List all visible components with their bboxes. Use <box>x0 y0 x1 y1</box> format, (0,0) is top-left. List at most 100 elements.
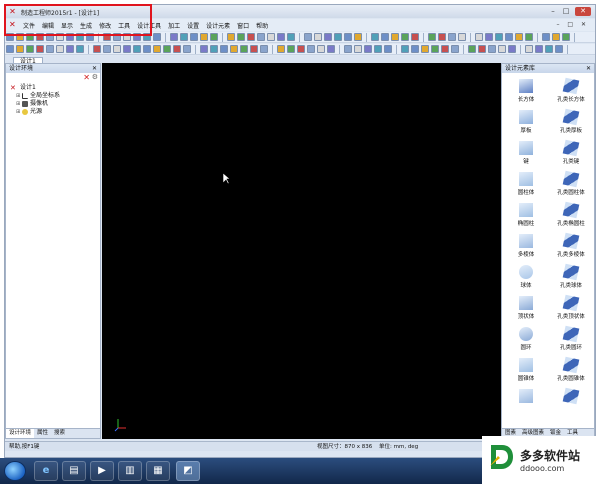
toolbar-tool-icon[interactable] <box>314 33 322 41</box>
toolbar-tool-icon[interactable] <box>552 33 560 41</box>
library-item[interactable]: 圆锥体 <box>506 354 546 385</box>
library-item[interactable]: 孔类球体 <box>548 261 594 292</box>
toolbar-tool-icon[interactable] <box>6 45 14 53</box>
toolbar-tool-icon[interactable] <box>93 45 101 53</box>
toolbar-tool-icon[interactable] <box>277 45 285 53</box>
settings-icon[interactable]: ⚙ <box>92 73 98 82</box>
toolbar-tool-icon[interactable] <box>210 45 218 53</box>
toolbar-tool-icon[interactable] <box>438 33 446 41</box>
menu-item[interactable]: 修改 <box>99 21 111 30</box>
toolbar-tool-icon[interactable] <box>304 33 312 41</box>
toolbar-tool-icon[interactable] <box>508 45 516 53</box>
toolbar-tool-icon[interactable] <box>6 33 14 41</box>
menu-item[interactable]: 生成 <box>80 21 92 30</box>
toolbar-tool-icon[interactable] <box>180 33 188 41</box>
toolbar-tool-icon[interactable] <box>354 33 362 41</box>
menu-item[interactable]: 工具 <box>118 21 130 30</box>
toolbar-tool-icon[interactable] <box>247 33 255 41</box>
tree-item-camera[interactable]: ⊞ 摄像机 <box>10 100 100 108</box>
toolbar-tool-icon[interactable] <box>344 45 352 53</box>
toolbar-tool-icon[interactable] <box>183 45 191 53</box>
close-button[interactable]: ✕ <box>575 7 591 16</box>
toolbar-tool-icon[interactable] <box>237 33 245 41</box>
toolbar-tool-icon[interactable] <box>26 33 34 41</box>
folder-icon[interactable]: ▤ <box>62 461 86 481</box>
toolbar-tool-icon[interactable] <box>123 33 131 41</box>
library-item[interactable]: 孔类圆柱体 <box>548 168 594 199</box>
library-item[interactable]: 长方体 <box>506 75 546 106</box>
toolbar-tool-icon[interactable] <box>153 45 161 53</box>
library-item[interactable]: 孔类顶状体 <box>548 292 594 323</box>
toolbar-tool-icon[interactable] <box>545 45 553 53</box>
tree-root[interactable]: ✕ 设计1 <box>10 84 100 92</box>
tab-properties[interactable]: 属性 <box>34 429 51 438</box>
toolbar-tool-icon[interactable] <box>153 33 161 41</box>
toolbar-tool-icon[interactable] <box>448 33 456 41</box>
library-item[interactable]: 厚板 <box>506 106 546 137</box>
toolbar-tool-icon[interactable] <box>163 45 171 53</box>
tab-search[interactable]: 搜索 <box>51 429 68 438</box>
toolbar-tool-icon[interactable] <box>76 45 84 53</box>
toolbar-tool-icon[interactable] <box>66 33 74 41</box>
toolbar-tool-icon[interactable] <box>227 33 235 41</box>
toolbar-tool-icon[interactable] <box>431 45 439 53</box>
toolbar-tool-icon[interactable] <box>287 45 295 53</box>
toolbar-tool-icon[interactable] <box>364 45 372 53</box>
toolbar-tool-icon[interactable] <box>317 45 325 53</box>
toolbar-tool-icon[interactable] <box>478 45 486 53</box>
toolbar-tool-icon[interactable] <box>210 33 218 41</box>
menu-item[interactable]: 加工 <box>168 21 180 30</box>
toolbar-tool-icon[interactable] <box>451 45 459 53</box>
toolbar-tool-icon[interactable] <box>143 45 151 53</box>
menu-item[interactable]: 设计元素 <box>206 21 230 30</box>
toolbar-tool-icon[interactable] <box>391 33 399 41</box>
menu-item[interactable]: 编辑 <box>42 21 54 30</box>
toolbar-tool-icon[interactable] <box>334 33 342 41</box>
toolbar-tool-icon[interactable] <box>240 45 248 53</box>
toolbar-tool-icon[interactable] <box>562 33 570 41</box>
toolbar-tool-icon[interactable] <box>133 33 141 41</box>
toolbar-tool-icon[interactable] <box>421 45 429 53</box>
cad-app-taskbar-icon[interactable]: ◩ <box>176 461 200 481</box>
toolbar-tool-icon[interactable] <box>542 33 550 41</box>
toolbar-tool-icon[interactable] <box>200 33 208 41</box>
toolbar-tool-icon[interactable] <box>113 33 121 41</box>
toolbar-tool-icon[interactable] <box>220 45 228 53</box>
toolbar-tool-icon[interactable] <box>257 33 265 41</box>
toolbar-tool-icon[interactable] <box>143 33 151 41</box>
toolbar-tool-icon[interactable] <box>173 45 181 53</box>
toolbar-tool-icon[interactable] <box>76 33 84 41</box>
toolbar-tool-icon[interactable] <box>66 45 74 53</box>
panel-close-icon[interactable]: ✕ <box>92 64 97 73</box>
tree-item-light[interactable]: ⊞ 光源 <box>10 108 100 116</box>
media-player-icon[interactable]: ▶ <box>90 461 114 481</box>
toolbar-tool-icon[interactable] <box>26 45 34 53</box>
toolbar-tool-icon[interactable] <box>103 33 111 41</box>
tab-design-environment[interactable]: 设计环境 <box>6 429 35 438</box>
library-item[interactable]: 孔类圆锥体 <box>548 354 594 385</box>
library-item[interactable]: 孔类长方体 <box>548 75 594 106</box>
3d-viewport[interactable] <box>102 63 501 439</box>
toolbar-tool-icon[interactable] <box>307 45 315 53</box>
toolbar-tool-icon[interactable] <box>468 45 476 53</box>
toolbar-tool-icon[interactable] <box>190 33 198 41</box>
toolbar-tool-icon[interactable] <box>56 45 64 53</box>
toolbar-tool-icon[interactable] <box>56 33 64 41</box>
toolbar-tool-icon[interactable] <box>535 45 543 53</box>
toolbar-tool-icon[interactable] <box>267 33 275 41</box>
toolbar-tool-icon[interactable] <box>401 33 409 41</box>
toolbar-tool-icon[interactable] <box>277 33 285 41</box>
toolbar-tool-icon[interactable] <box>327 45 335 53</box>
toolbar-tool-icon[interactable] <box>488 45 496 53</box>
ie-icon[interactable]: e <box>34 461 58 481</box>
minimize-button[interactable]: – <box>547 7 559 16</box>
library-item[interactable]: 圆环 <box>506 323 546 354</box>
toolbar-tool-icon[interactable] <box>36 45 44 53</box>
toolbar-tool-icon[interactable] <box>354 45 362 53</box>
library-item[interactable] <box>548 385 594 416</box>
toolbar-tool-icon[interactable] <box>46 33 54 41</box>
library-close-icon[interactable]: ✕ <box>586 64 591 73</box>
toolbar-tool-icon[interactable] <box>411 33 419 41</box>
toolbar-tool-icon[interactable] <box>16 33 24 41</box>
menu-item[interactable]: 帮助 <box>256 21 268 30</box>
